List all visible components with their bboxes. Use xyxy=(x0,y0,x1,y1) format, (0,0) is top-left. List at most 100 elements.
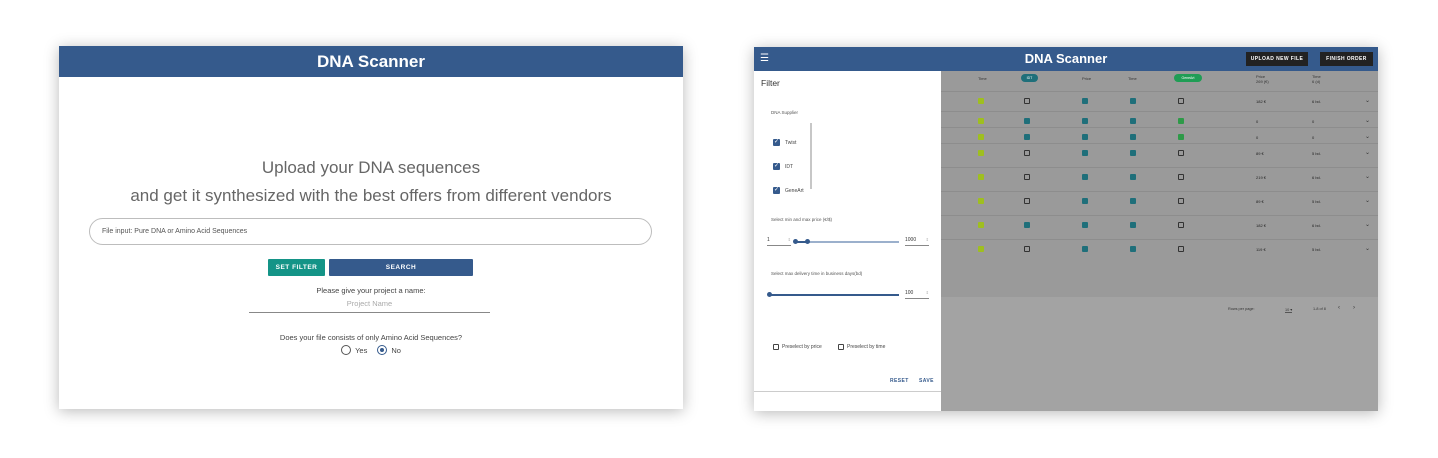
checkbox-unchecked-icon[interactable] xyxy=(773,344,779,350)
rows-per-page-select[interactable]: 10 ▾ xyxy=(1285,307,1293,313)
supplier-idt-checkbox[interactable]: ✓ IDT xyxy=(773,163,793,170)
preselect-price-checkbox[interactable]: Preselect by price xyxy=(773,344,822,350)
comment-icon[interactable] xyxy=(1130,134,1136,140)
comment-icon[interactable] xyxy=(978,174,984,180)
col-idt-pill[interactable]: IDT xyxy=(1021,74,1038,82)
radio-yes[interactable]: Yes xyxy=(341,345,367,355)
upload-window: DNA Scanner Upload your DNA sequences an… xyxy=(59,46,683,409)
price-max-value: 1000 xyxy=(905,237,917,243)
table-row[interactable]: 89 € 5 bd. ⌄ xyxy=(941,143,1378,163)
comment-icon[interactable] xyxy=(1082,246,1088,252)
drawer-divider xyxy=(754,391,941,392)
checkbox-checked-icon[interactable]: ✓ xyxy=(773,187,780,194)
comment-icon[interactable] xyxy=(1082,150,1088,156)
checkbox-unchecked-icon[interactable] xyxy=(1178,150,1184,156)
supplier-scrollbar[interactable] xyxy=(810,123,812,189)
price-slider-max-thumb[interactable] xyxy=(805,239,810,244)
comment-icon[interactable] xyxy=(1082,118,1088,124)
checkbox-unchecked-icon[interactable] xyxy=(1178,98,1184,104)
set-filter-button[interactable]: SET FILTER xyxy=(268,259,325,276)
comment-icon[interactable] xyxy=(1130,198,1136,204)
table-row[interactable]: 219 € 6 bd. ⌄ xyxy=(941,167,1378,187)
checkbox-checked-icon[interactable]: ✓ xyxy=(773,139,780,146)
comment-icon[interactable] xyxy=(1082,174,1088,180)
col-geneart-pill[interactable]: GeneArt xyxy=(1174,74,1202,82)
radio-no-circle[interactable] xyxy=(377,345,388,355)
checkbox-unchecked-icon[interactable] xyxy=(1178,174,1184,180)
comment-icon[interactable] xyxy=(1178,118,1184,124)
chevron-down-icon[interactable]: ⌄ xyxy=(1365,149,1370,156)
comment-icon[interactable] xyxy=(978,134,984,140)
chevron-down-icon[interactable]: ⌄ xyxy=(1365,133,1370,140)
time-slider-track[interactable] xyxy=(769,294,899,296)
checkbox-unchecked-icon[interactable] xyxy=(1024,98,1030,104)
comment-icon[interactable] xyxy=(978,118,984,124)
comment-icon[interactable] xyxy=(978,198,984,204)
comment-icon[interactable] xyxy=(1082,134,1088,140)
prev-page-icon[interactable]: ‹ xyxy=(1338,305,1340,311)
row-price: 219 € xyxy=(1256,175,1267,180)
spinner-icon[interactable]: ⇕ xyxy=(788,237,791,242)
checkbox-unchecked-icon[interactable] xyxy=(1178,246,1184,252)
table-row[interactable]: 119 € 5 bd. ⌄ xyxy=(941,239,1378,259)
comment-icon[interactable] xyxy=(1024,134,1030,140)
chevron-down-icon[interactable]: ⌄ xyxy=(1365,221,1370,228)
filter-reset-button[interactable]: RESET xyxy=(890,378,909,384)
checkbox-unchecked-icon[interactable] xyxy=(1024,198,1030,204)
chevron-down-icon[interactable]: ⌄ xyxy=(1365,197,1370,204)
time-max-input[interactable]: 100 ⇕ xyxy=(905,290,929,299)
project-name-input[interactable]: Project Name xyxy=(249,298,490,313)
radio-no[interactable]: No xyxy=(377,345,401,355)
comment-icon[interactable] xyxy=(1024,118,1030,124)
comment-icon[interactable] xyxy=(1130,98,1136,104)
comment-icon[interactable] xyxy=(1130,150,1136,156)
chevron-down-icon[interactable]: ⌄ xyxy=(1365,173,1370,180)
preselect-time-checkbox[interactable]: Preselect by time xyxy=(838,344,885,350)
comment-icon[interactable] xyxy=(1082,98,1088,104)
chevron-down-icon[interactable]: ⌄ xyxy=(1365,245,1370,252)
comment-icon[interactable] xyxy=(1178,134,1184,140)
comment-icon[interactable] xyxy=(1130,246,1136,252)
table-row[interactable]: 182 € 6 bd. ⌄ xyxy=(941,215,1378,235)
checkbox-unchecked-icon[interactable] xyxy=(1024,174,1030,180)
checkbox-unchecked-icon[interactable] xyxy=(1178,222,1184,228)
checkbox-unchecked-icon[interactable] xyxy=(1024,150,1030,156)
checkbox-checked-icon[interactable]: ✓ xyxy=(773,163,780,170)
row-time: 6 bd. xyxy=(1312,99,1321,104)
comment-icon[interactable] xyxy=(978,246,984,252)
radio-yes-circle[interactable] xyxy=(341,345,352,355)
comment-icon[interactable] xyxy=(978,98,984,104)
table-row[interactable]: 182 € 6 bd. ⌄ xyxy=(941,91,1378,111)
file-input-placeholder: File input: Pure DNA or Amino Acid Seque… xyxy=(102,228,248,235)
price-min-input[interactable]: 1 ⇕ xyxy=(767,237,791,246)
comment-icon[interactable] xyxy=(1082,222,1088,228)
comment-icon[interactable] xyxy=(1130,118,1136,124)
price-slider-rail[interactable] xyxy=(795,241,899,243)
price-max-input[interactable]: 1000 ⇕ xyxy=(905,237,929,246)
time-slider-thumb[interactable] xyxy=(767,292,772,297)
spinner-icon[interactable]: ⇕ xyxy=(926,290,929,295)
search-button[interactable]: SEARCH xyxy=(329,259,473,276)
price-min-value: 1 xyxy=(767,237,770,243)
checkbox-unchecked-icon[interactable] xyxy=(1178,198,1184,204)
upload-new-file-button[interactable]: UPLOAD NEW FILE xyxy=(1246,52,1308,66)
checkbox-unchecked-icon[interactable] xyxy=(838,344,844,350)
checkbox-unchecked-icon[interactable] xyxy=(1024,246,1030,252)
chevron-down-icon[interactable]: ⌄ xyxy=(1365,97,1370,104)
comment-icon[interactable] xyxy=(1082,198,1088,204)
comment-icon[interactable] xyxy=(1130,174,1136,180)
next-page-icon[interactable]: › xyxy=(1353,305,1355,311)
comment-icon[interactable] xyxy=(1024,222,1030,228)
table-row[interactable]: 89 € 5 bd. ⌄ xyxy=(941,191,1378,211)
comment-icon[interactable] xyxy=(978,222,984,228)
price-slider-min-thumb[interactable] xyxy=(793,239,798,244)
comment-icon[interactable] xyxy=(1130,222,1136,228)
supplier-geneart-checkbox[interactable]: ✓ GeneArt xyxy=(773,187,804,194)
file-input[interactable]: File input: Pure DNA or Amino Acid Seque… xyxy=(89,218,652,245)
filter-save-button[interactable]: SAVE xyxy=(919,378,934,384)
spinner-icon[interactable]: ⇕ xyxy=(926,237,929,242)
supplier-twist-checkbox[interactable]: ✓ Twist xyxy=(773,139,796,146)
chevron-down-icon[interactable]: ⌄ xyxy=(1365,117,1370,124)
comment-icon[interactable] xyxy=(978,150,984,156)
finish-order-button[interactable]: FINISH ORDER xyxy=(1320,52,1373,66)
